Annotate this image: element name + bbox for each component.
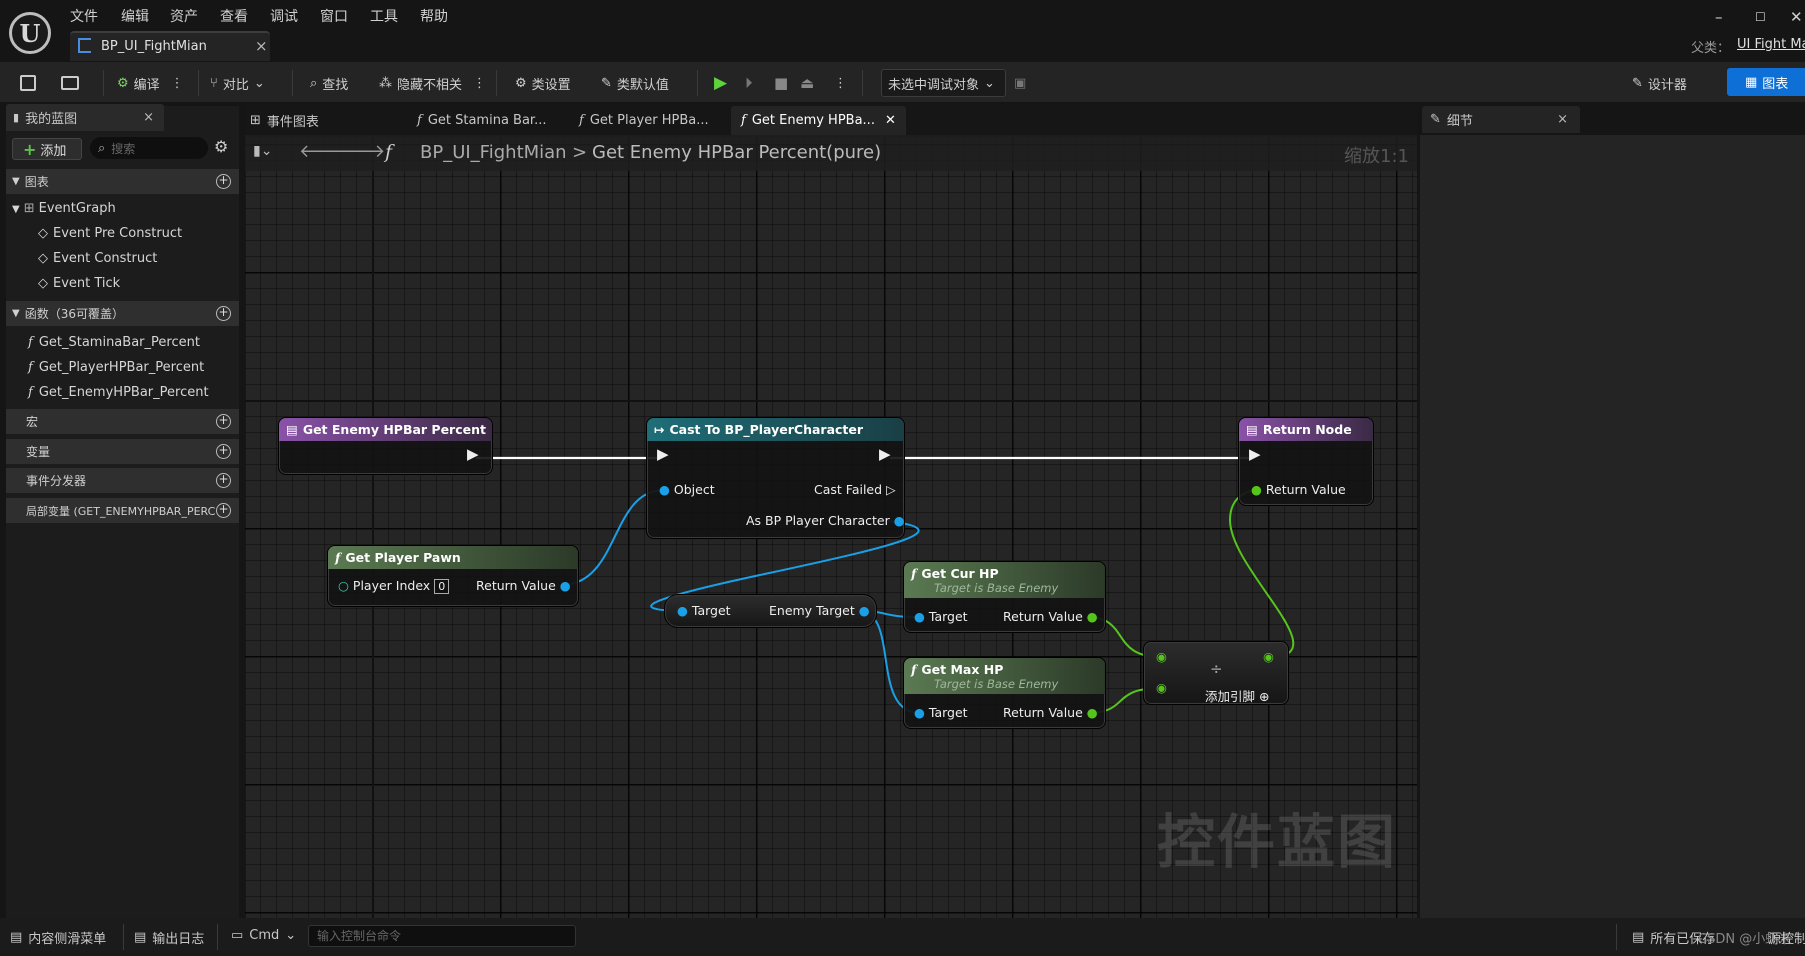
node-function-entry[interactable]: ▤ Get Enemy HPBar Percent ▶ [278, 417, 493, 475]
pin-label: Return Value [1265, 482, 1346, 497]
return-value-pin[interactable]: Return Value ● [1003, 609, 1098, 624]
pin-label: Return Value [1003, 705, 1083, 720]
function-icon: f [911, 565, 917, 581]
node-get-player-pawn[interactable]: f Get Player Pawn ○ Player Index 0 Return… [327, 545, 579, 607]
player-index-pin[interactable]: ○ Player Index 0 [338, 578, 450, 594]
details-close[interactable]: × [1557, 112, 1568, 127]
return-icon: ▤ [1246, 422, 1258, 437]
pin-label: Cast Failed [814, 482, 883, 497]
node-title: Get Player Pawn [345, 550, 461, 565]
details-panel: ✎ 细节 × [1420, 104, 1805, 918]
save-status-icon: ▤ [1632, 930, 1645, 945]
node-subtitle: Target is Base Enemy [934, 580, 1059, 595]
terminal-icon: ▭ [231, 928, 244, 943]
exec-out-pin[interactable]: ▶ [467, 445, 479, 463]
node-subtitle: Target is Base Enemy [934, 676, 1059, 691]
node-get-max-hp[interactable]: f Get Max HP Target is Base Enemy ● Target… [903, 657, 1106, 729]
float-wire [1228, 489, 1295, 658]
node-divide[interactable]: ◉ ◉ ◉ ÷ 添加引脚 ⊕ [1143, 641, 1289, 705]
details-tab[interactable]: ✎ 细节 × [1422, 106, 1580, 133]
pin-label: Target [928, 705, 968, 720]
return-value-pin[interactable]: Return Value ● [1003, 705, 1098, 720]
pin-label: Target [928, 609, 968, 624]
node-title: Cast To BP_PlayerCharacter [669, 422, 864, 437]
node-cast[interactable]: ↦ Cast To BP_PlayerCharacter ▶ ▶ ● Object… [646, 417, 905, 539]
cast-failed-pin[interactable]: Cast Failed ▷ [814, 482, 896, 497]
cast-icon: ↦ [654, 422, 665, 437]
details-tab-label: 细节 [1446, 114, 1473, 129]
output-log-button[interactable]: ▤ 输出日志 [134, 928, 204, 947]
content-drawer-label: 内容侧滑菜单 [28, 932, 107, 947]
add-pin-button[interactable]: 添加引脚 ⊕ [1205, 686, 1269, 705]
node-enemy-target[interactable]: ● Target Enemy Target ● [664, 594, 877, 628]
pencil-icon: ✎ [1430, 112, 1441, 127]
function-icon: f [335, 550, 341, 565]
exec-in-pin[interactable]: ▶ [1249, 445, 1261, 463]
target-pin[interactable]: ● Target [677, 603, 731, 618]
input-pin-a[interactable]: ◉ [1156, 649, 1167, 664]
add-circle-icon: ⊕ [1259, 689, 1270, 704]
pin-label: Enemy Target [769, 603, 855, 618]
status-bar: ▤ 内容侧滑菜单 ▤ 输出日志 ▭ Cmd ⌄ 输入控制台命令 ▤ 所有已保存 CSDN … [0, 918, 1805, 956]
drawer-icon: ▤ [10, 930, 23, 945]
function-icon: f [911, 661, 917, 677]
player-index-input[interactable]: 0 [434, 579, 450, 594]
log-icon: ▤ [134, 930, 147, 945]
pin-label: Object [673, 482, 715, 497]
object-pin[interactable]: ● Object [659, 482, 715, 497]
output-pin[interactable]: ◉ [1263, 649, 1274, 664]
chevron-down-icon: ⌄ [285, 928, 297, 943]
exec-out-pin[interactable]: ▶ [879, 445, 891, 463]
cmd-label: Cmd [249, 928, 280, 943]
node-get-cur-hp[interactable]: f Get Cur HP Target is Base Enemy ● Target… [903, 561, 1106, 633]
as-player-pin[interactable]: As BP Player Character ● [746, 513, 905, 528]
return-value-pin[interactable]: ● Return Value [1251, 482, 1346, 497]
function-entry-icon: ▤ [286, 422, 298, 437]
pin-label: Return Value [1003, 609, 1083, 624]
console-input[interactable]: 输入控制台命令 [308, 925, 576, 947]
return-value-pin[interactable]: Return Value ● [476, 578, 571, 593]
pin-label: As BP Player Character [746, 513, 890, 528]
divide-icon: ÷ [1210, 660, 1223, 678]
output-log-label: 输出日志 [152, 932, 205, 947]
enemy-target-pin[interactable]: Enemy Target ● [769, 603, 870, 618]
exec-in-pin[interactable]: ▶ [657, 445, 669, 463]
pin-label: Return Value [476, 578, 556, 593]
cmd-select[interactable]: ▭ Cmd ⌄ [231, 928, 296, 943]
source-control-label[interactable]: 源控制 [1768, 928, 1805, 947]
node-title: Get Max HP [921, 661, 1004, 677]
add-pin-label: 添加引脚 [1205, 689, 1256, 704]
content-drawer-button[interactable]: ▤ 内容侧滑菜单 [10, 928, 106, 947]
pin-label: Player Index [352, 578, 431, 593]
node-return[interactable]: ▤ Return Node ▶ ● Return Value [1238, 417, 1374, 506]
node-title: Get Cur HP [921, 565, 999, 581]
target-pin[interactable]: ● Target [914, 609, 968, 624]
input-pin-b[interactable]: ◉ [1156, 680, 1167, 695]
node-title: Get Enemy HPBar Percent [302, 422, 486, 437]
pin-label: Target [691, 603, 731, 618]
target-pin[interactable]: ● Target [914, 705, 968, 720]
node-title: Return Node [1262, 422, 1352, 437]
